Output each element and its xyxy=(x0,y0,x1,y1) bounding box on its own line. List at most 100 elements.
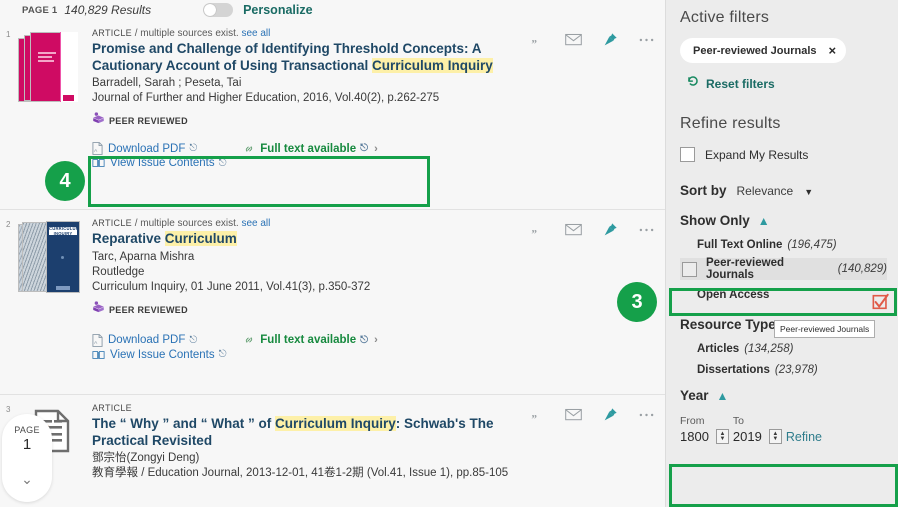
svg-text:A: A xyxy=(94,340,98,346)
result-title[interactable]: The “ Why ” and “ What ” of Curriculum I… xyxy=(92,416,513,449)
result-authors: Barradell, Sarah ; Peseta, Tai xyxy=(92,77,242,89)
result-title[interactable]: Reparative Curriculum xyxy=(92,231,513,248)
year-to-field[interactable]: To 2019 xyxy=(733,415,762,444)
email-icon[interactable] xyxy=(565,33,582,46)
expand-my-results-label: Expand My Results xyxy=(705,147,809,162)
download-pdf-link[interactable]: A Download PDF ⎋ xyxy=(92,142,197,155)
curriculum-inquiry-cover-icon: CURRICULUM INQUIRY xyxy=(18,220,80,296)
chevron-down-icon[interactable]: ⌄ xyxy=(21,471,33,488)
more-options-icon[interactable] xyxy=(639,37,654,43)
title-highlight: Curriculum Inquiry xyxy=(275,416,396,431)
result-content: ARTICLE The “ Why ” and “ What ” of Curr… xyxy=(92,403,525,481)
full-text-available-link[interactable]: Full text available ⎋ › xyxy=(243,334,378,346)
close-icon[interactable]: × xyxy=(829,43,837,58)
page-indicator[interactable]: PAGE 1 ⌄ xyxy=(2,414,52,502)
result-actions-col: „ xyxy=(525,28,665,201)
pin-icon[interactable] xyxy=(603,222,618,237)
pin-icon[interactable] xyxy=(603,407,618,422)
external-link-icon: ⎋ xyxy=(189,143,198,154)
result-item[interactable]: 1 ARTICLE / multiple sources exist. see … xyxy=(0,20,665,210)
more-options-icon[interactable] xyxy=(639,412,654,418)
show-only-section-header[interactable]: Show Only ▲ xyxy=(680,213,898,228)
citation-icon[interactable]: „ xyxy=(531,223,544,236)
show-only-title: Show Only xyxy=(680,213,750,228)
year-to-value[interactable]: 2019 xyxy=(733,429,762,444)
results-topbar: PAGE 1 140,829 Results Personalize xyxy=(0,0,665,20)
graduation-book-icon xyxy=(92,112,105,130)
result-title[interactable]: Promise and Challenge of Identifying Thr… xyxy=(92,41,513,74)
active-filter-chip[interactable]: Peer-reviewed Journals × xyxy=(680,38,847,63)
facet-articles[interactable]: Articles (134,258) xyxy=(697,343,898,355)
pin-icon[interactable] xyxy=(603,32,618,47)
external-link-icon: ⎋ xyxy=(189,334,198,346)
see-all-link[interactable]: see all xyxy=(241,28,270,39)
chevron-right-icon[interactable]: › xyxy=(374,143,378,155)
title-text: The “ Why ” and “ What ” of xyxy=(92,416,275,431)
full-text-available-link[interactable]: Full text available ⎋ › xyxy=(243,143,378,155)
chevron-up-icon[interactable]: ▲ xyxy=(758,214,770,228)
view-issue-contents-link[interactable]: View Issue Contents ⎋ xyxy=(92,349,227,361)
result-source: Curriculum Inquiry, 01 June 2011, Vol.41… xyxy=(92,280,371,293)
personalize-toggle-wrap[interactable]: Personalize xyxy=(203,3,313,17)
external-link-icon: ⎋ xyxy=(360,334,369,346)
chevron-right-icon[interactable]: › xyxy=(374,334,378,346)
search-results-page: PAGE 1 140,829 Results Personalize 1 ART… xyxy=(0,0,898,507)
pdf-file-icon: A xyxy=(92,333,103,347)
facet-open-access[interactable]: Open Access xyxy=(697,289,898,301)
view-issue-contents-link[interactable]: View Issue Contents ⎋ xyxy=(92,157,227,169)
facet-tooltip: Peer-reviewed Journals xyxy=(774,320,876,338)
facet-dissertations[interactable]: Dissertations (23,978) xyxy=(697,364,898,376)
year-to-stepper[interactable]: ▲ ▼ xyxy=(768,429,782,444)
year-section-header[interactable]: Year ▲ xyxy=(680,388,898,403)
annotation-badge-4: 4 xyxy=(45,161,85,201)
citation-icon[interactable]: „ xyxy=(531,408,544,421)
expand-my-results-row[interactable]: Expand My Results xyxy=(680,147,898,162)
kicker-sources: / multiple sources exist. xyxy=(134,28,239,39)
result-source: Journal of Further and Higher Education,… xyxy=(92,92,440,104)
refine-results-title: Refine results xyxy=(680,115,781,132)
sort-by-value[interactable]: Relevance xyxy=(737,184,794,198)
reset-filters-label: Reset filters xyxy=(706,76,775,91)
facet-count: (196,475) xyxy=(787,239,837,251)
citation-icon[interactable]: „ xyxy=(531,33,544,46)
facet-peer-reviewed-journals[interactable]: Peer-reviewed Journals (140,829) xyxy=(680,257,887,281)
facet-full-text-online[interactable]: Full Text Online (196,475) xyxy=(697,239,898,251)
refine-button[interactable]: Refine xyxy=(786,430,822,444)
result-item[interactable]: 2 CURRICULUM INQUIRY ARTICLE / multiple s… xyxy=(0,210,665,395)
sort-by-control[interactable]: Sort by Relevance ▼ xyxy=(680,183,898,198)
email-icon[interactable] xyxy=(565,408,582,421)
chevron-up-icon[interactable]: ▲ xyxy=(717,389,729,403)
svg-text:„: „ xyxy=(531,33,537,44)
facet-label: Full Text Online xyxy=(697,239,783,251)
view-issue-contents-label: View Issue Contents xyxy=(110,348,215,361)
result-thumbnail[interactable]: CURRICULUM INQUIRY xyxy=(14,218,92,386)
personalize-toggle[interactable] xyxy=(203,3,234,17)
page-word: PAGE xyxy=(14,425,40,435)
result-kicker: ARTICLE / multiple sources exist. see al… xyxy=(92,28,513,39)
expand-my-results-checkbox[interactable] xyxy=(680,147,695,162)
year-title: Year xyxy=(680,388,709,403)
pdf-file-icon: A xyxy=(92,142,103,155)
peer-reviewed-badge: PEER REVIEWED xyxy=(92,300,513,319)
facet-label: Dissertations xyxy=(697,364,770,376)
see-all-link[interactable]: see all xyxy=(241,218,270,229)
book-open-icon xyxy=(92,157,105,169)
year-from-value[interactable]: 1800 xyxy=(680,429,709,444)
peer-reviewed-checkbox[interactable] xyxy=(682,261,697,277)
email-icon[interactable] xyxy=(565,223,582,236)
view-issue-contents-label: View Issue Contents xyxy=(110,157,215,169)
year-from-field[interactable]: From 1800 xyxy=(680,415,709,444)
result-index: 2 xyxy=(6,220,11,229)
result-item[interactable]: 3 ARTICLE The “ Why ” and “ What ” of Cu… xyxy=(0,395,665,489)
chevron-down-icon[interactable]: ▼ xyxy=(804,187,813,197)
result-authors: 鄧宗怡(Zongyi Deng) xyxy=(92,452,200,464)
result-content: ARTICLE / multiple sources exist. see al… xyxy=(92,218,525,386)
download-pdf-link[interactable]: A Download PDF ⎋ xyxy=(92,333,198,347)
more-options-icon[interactable] xyxy=(639,227,654,233)
year-from-label: From xyxy=(680,415,705,427)
result-index: 1 xyxy=(6,30,11,39)
year-from-stepper[interactable]: ▲ ▼ xyxy=(715,429,729,444)
peer-reviewed-badge: PEER REVIEWED xyxy=(92,112,513,130)
pink-journal-cover-icon xyxy=(18,30,80,106)
reset-filters-button[interactable]: Reset filters xyxy=(686,74,898,93)
